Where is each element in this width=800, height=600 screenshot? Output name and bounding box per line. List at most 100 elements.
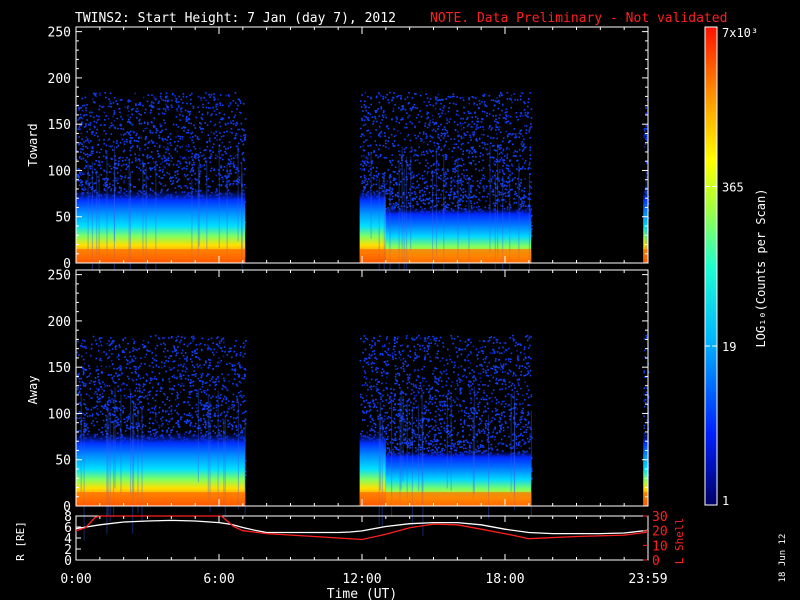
toward-speckle: [528, 163, 531, 166]
toward-speckle: [176, 144, 179, 147]
toward-speckle: [78, 155, 81, 158]
toward-speckle: [158, 181, 161, 184]
toward-speckle: [483, 187, 485, 190]
toward-speckle: [96, 119, 99, 121]
toward-speckle: [511, 172, 513, 175]
toward-speckle: [494, 160, 496, 162]
toward-speckle: [364, 123, 367, 126]
toward-speckle: [453, 191, 455, 194]
toward-speckle: [381, 176, 384, 178]
toward-speckle: [189, 136, 192, 139]
toward-speckle: [179, 135, 182, 138]
toward-speckle: [219, 132, 221, 134]
toward-speckle: [459, 198, 461, 200]
toward-speckle: [85, 165, 87, 167]
toward-speckle: [477, 120, 480, 123]
toward-speckle: [87, 155, 89, 158]
toward-speckle: [88, 154, 91, 156]
toward-speckle: [524, 111, 527, 114]
toward-speckle: [130, 122, 132, 125]
toward-speckle: [199, 166, 202, 168]
toward-speckle: [502, 161, 504, 163]
toward-speckle: [158, 113, 160, 115]
toward-speckle: [148, 141, 151, 143]
toward-speckle: [79, 142, 82, 144]
toward-speckle: [468, 162, 471, 164]
toward-speckle: [462, 180, 464, 183]
toward-speckle: [472, 155, 474, 158]
toward-speckle: [522, 115, 524, 117]
toward-speckle: [531, 228, 533, 230]
toward-speckle: [244, 168, 247, 170]
toward-speckle: [419, 197, 421, 200]
toward-speckle: [234, 123, 237, 125]
toward-speckle: [233, 157, 235, 159]
toward-speckle: [419, 110, 421, 112]
toward-speckle: [384, 96, 387, 99]
toward-speckle: [77, 119, 79, 121]
toward-speckle: [369, 132, 372, 134]
toward-speckle: [120, 127, 122, 130]
toward-speckle: [445, 117, 448, 120]
toward-speckle: [138, 120, 140, 122]
toward-speckle: [446, 168, 449, 171]
toward-speckle: [84, 159, 87, 162]
toward-speckle: [363, 169, 366, 171]
toward-speckle: [412, 182, 414, 185]
toward-speckle: [462, 159, 464, 162]
toward-streak: [518, 162, 520, 263]
toward-speckle: [512, 143, 514, 146]
toward-speckle: [424, 203, 426, 205]
toward-speckle: [121, 160, 124, 162]
toward-speckle: [221, 158, 224, 161]
toward-speckle: [188, 122, 190, 124]
toward-speckle: [511, 163, 513, 166]
toward-speckle: [447, 110, 450, 113]
toward-speckle: [375, 170, 378, 173]
toward-speckle: [98, 108, 100, 111]
toward-speckle: [523, 190, 525, 193]
toward-speckle: [87, 123, 90, 126]
toward-speckle: [377, 156, 379, 159]
toward-speckle: [178, 106, 180, 108]
toward-speckle: [161, 137, 163, 140]
toward-speckle: [184, 158, 187, 160]
toward-speckle: [80, 132, 83, 135]
toward-speckle: [94, 101, 96, 104]
toward-speckle: [196, 136, 199, 138]
toward-speckle: [428, 121, 431, 124]
toward-speckle: [460, 137, 463, 139]
toward-speckle: [92, 116, 95, 119]
toward-speckle: [220, 166, 223, 169]
toward-speckle: [514, 150, 516, 152]
toward-speckle: [222, 169, 225, 171]
toward-speckle: [230, 163, 232, 165]
toward-speckle: [378, 126, 381, 128]
toward-speckle: [80, 158, 83, 160]
toward-speckle: [153, 117, 155, 120]
toward-speckle: [442, 137, 445, 139]
toward-speckle: [375, 111, 377, 113]
toward-speckle: [423, 177, 426, 180]
toward-speckle: [187, 110, 189, 113]
toward-speckle: [378, 93, 381, 96]
toward-speckle: [442, 154, 444, 157]
toward-speckle: [522, 203, 525, 205]
toward-speckle: [415, 117, 418, 119]
toward-speckle: [395, 202, 398, 204]
toward-speckle: [243, 183, 246, 186]
toward-speckle: [172, 180, 175, 182]
toward-speckle: [399, 132, 402, 135]
toward-speckle: [531, 225, 533, 227]
toward-speckle: [113, 113, 115, 116]
toward-speckle: [459, 187, 462, 190]
toward-speckle: [439, 108, 441, 111]
toward-speckle: [165, 148, 167, 150]
toward-speckle: [372, 123, 374, 125]
toward-speckle: [227, 122, 229, 125]
toward-speckle: [150, 169, 152, 171]
toward-speckle: [89, 128, 91, 131]
toward-speckle: [468, 98, 470, 101]
toward-speckle: [401, 117, 403, 120]
toward-speckle: [481, 177, 484, 180]
